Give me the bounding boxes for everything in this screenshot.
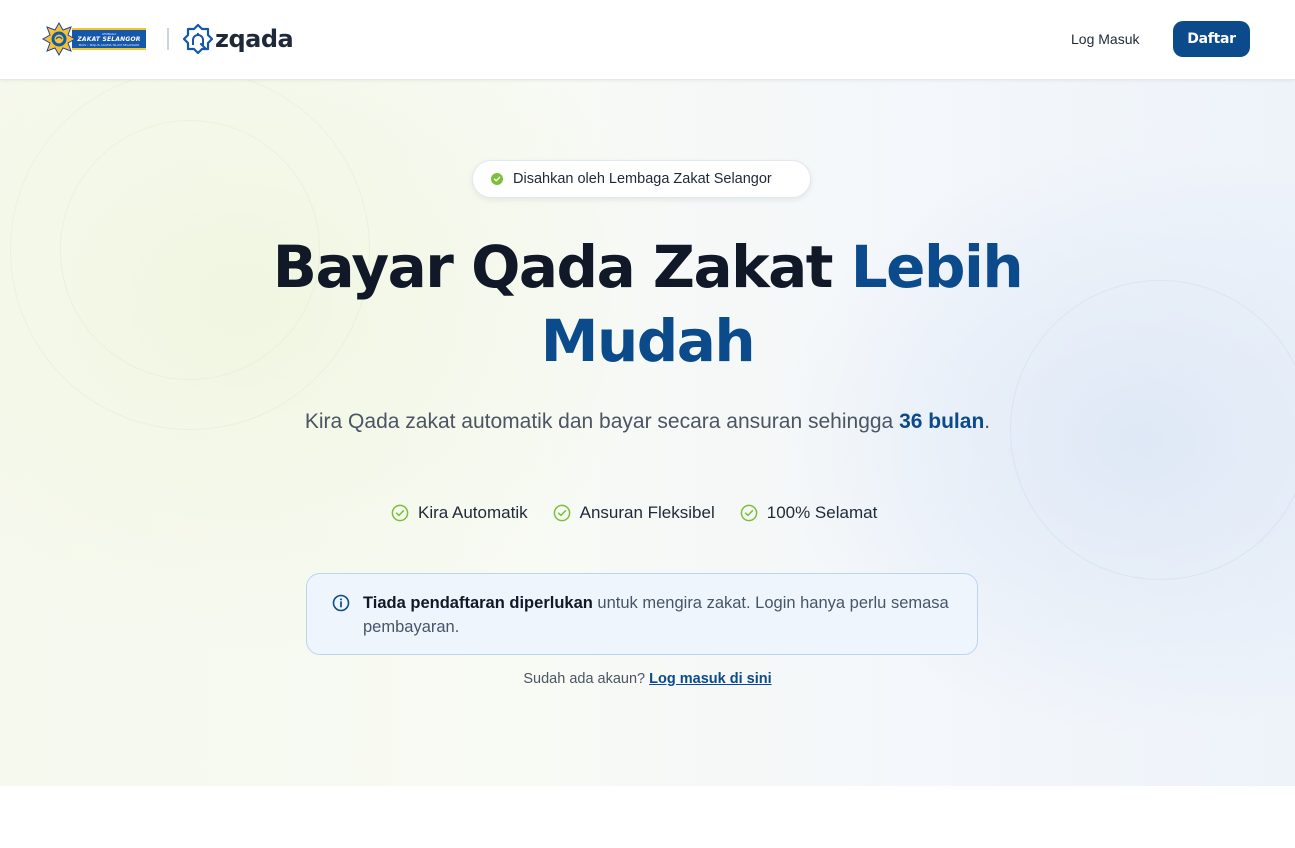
- info-icon: [332, 594, 350, 612]
- lzs-line-2: ZAKAT SELANGOR: [77, 35, 141, 43]
- lzs-emblem-icon: [41, 21, 77, 57]
- check-circle-icon: [391, 504, 409, 522]
- check-circle-icon: [553, 504, 570, 522]
- lzs-line-3: MAIS • MAJLIS AGAMA ISLAM SELANGOR: [78, 42, 140, 47]
- subheading-end: .: [984, 410, 991, 433]
- lembaga-zakat-selangor-logo[interactable]: LEMBAGA ZAKAT SELANGOR MAIS • MAJLIS AGA…: [41, 21, 146, 57]
- lzs-wordmark: LEMBAGA ZAKAT SELANGOR MAIS • MAJLIS AGA…: [72, 28, 146, 50]
- hero-headline: Bayar Qada Zakat Lebih Mudah: [200, 230, 1095, 378]
- hero-subheading: Kira Qada zakat automatik dan bayar seca…: [300, 405, 995, 438]
- headline-part-blue-1: Lebih: [850, 233, 1024, 301]
- account-prompt-text: Sudah ada akaun?: [523, 671, 650, 687]
- login-here-link[interactable]: Log masuk di sini: [649, 671, 771, 687]
- notice-bold-text: Tiada pendaftaran diperlukan: [363, 594, 593, 612]
- zqada-wordmark: zqada: [215, 25, 294, 53]
- subheading-text: Kira Qada zakat automatik dan bayar seca…: [304, 410, 900, 433]
- endorsement-badge: Disahkan oleh Lembaga Zakat Selangor: [472, 160, 811, 198]
- verified-check-icon: [491, 173, 503, 185]
- signup-button[interactable]: Daftar: [1173, 21, 1250, 57]
- check-circle-icon: [740, 504, 758, 522]
- brand-divider: [167, 28, 169, 50]
- feature-label: 100% Selamat: [766, 503, 878, 522]
- site-header: LEMBAGA ZAKAT SELANGOR MAIS • MAJLIS AGA…: [0, 0, 1295, 80]
- feature-list: Kira Automatik Ansuran Fleksibel 100% Se…: [391, 501, 877, 525]
- feature-label: Ansuran Fleksibel: [579, 503, 715, 522]
- zqada-logo[interactable]: zqada: [183, 24, 294, 54]
- headline-part-dark: Bayar Qada Zakat: [272, 233, 851, 301]
- headline-part-blue-2: Mudah: [540, 307, 756, 375]
- brand-logos[interactable]: LEMBAGA ZAKAT SELANGOR MAIS • MAJLIS AGA…: [41, 21, 294, 57]
- hero-section: Disahkan oleh Lembaga Zakat Selangor Bay…: [0, 80, 1295, 786]
- subheading-highlight: 36 bulan: [899, 410, 985, 433]
- zqada-mosque-icon: [183, 24, 213, 54]
- feature-item: Ansuran Fleksibel: [553, 503, 715, 523]
- feature-label: Kira Automatik: [418, 503, 528, 522]
- existing-account-prompt: Sudah ada akaun? Log masuk di sini: [300, 671, 995, 687]
- info-notice: Tiada pendaftaran diperlukan untuk mengi…: [306, 573, 978, 655]
- notice-text: Tiada pendaftaran diperlukan untuk mengi…: [363, 591, 957, 639]
- feature-item: 100% Selamat: [740, 503, 878, 523]
- feature-item: Kira Automatik: [391, 503, 528, 523]
- endorsement-text: Disahkan oleh Lembaga Zakat Selangor: [513, 171, 772, 187]
- login-link[interactable]: Log Masuk: [1071, 29, 1139, 49]
